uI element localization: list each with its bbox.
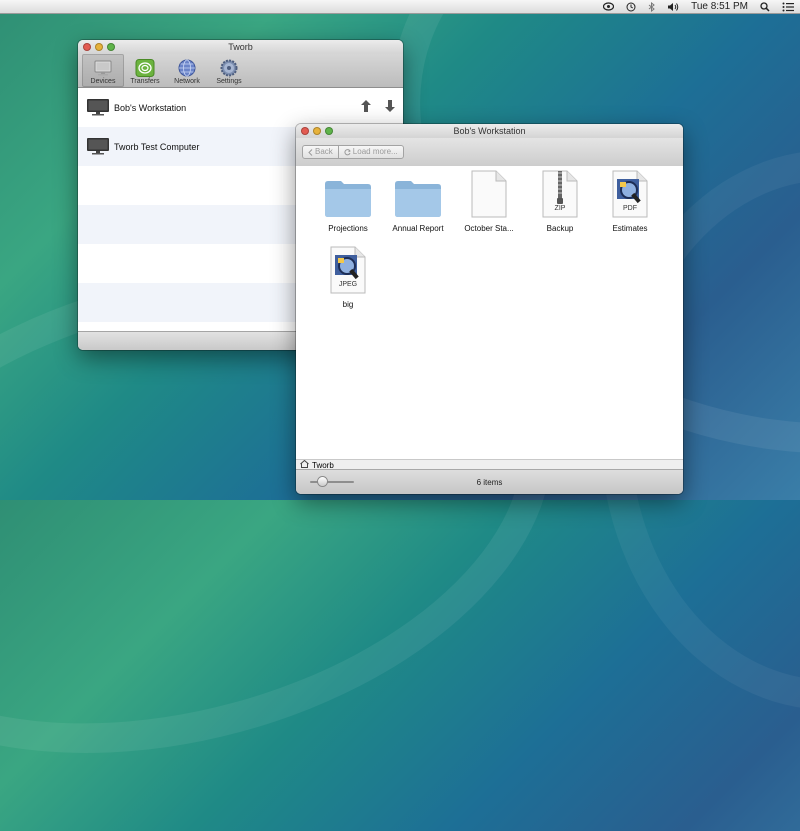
load-more-button[interactable]: Load more... <box>337 146 403 158</box>
gear-icon <box>219 59 239 77</box>
close-button[interactable] <box>83 43 91 51</box>
file-name: Estimates <box>612 224 648 233</box>
finder-window: Bob's Workstation Back Load more... Proj… <box>296 124 683 494</box>
minimize-button[interactable] <box>313 127 321 135</box>
devices-icon <box>93 59 113 77</box>
file-name: Backup <box>546 224 574 233</box>
tworb-icon[interactable] <box>603 2 615 11</box>
back-label: Back <box>315 147 333 156</box>
window-title: Bob's Workstation <box>453 126 526 136</box>
load-more-label: Load more... <box>352 147 398 156</box>
globe-icon <box>177 59 197 77</box>
toolbar-settings-button[interactable]: Settings <box>208 54 250 87</box>
file-name: big <box>342 300 354 309</box>
file-item[interactable]: JPEG big <box>315 242 381 309</box>
menu-bar: Tue 8:51 PM <box>0 0 800 14</box>
toolbar-transfers-label: Transfers <box>130 78 160 85</box>
pdf-badge: PDF <box>623 205 637 212</box>
status-bar: 6 items <box>296 469 683 494</box>
toolbar-settings-label: Settings <box>216 78 242 85</box>
toolbar-devices-button[interactable]: Devices <box>82 54 124 87</box>
zoom-button[interactable] <box>325 127 333 135</box>
transfers-icon <box>135 59 155 77</box>
back-button[interactable]: Back <box>303 146 338 158</box>
device-row[interactable]: Bob's Workstation <box>78 88 403 127</box>
file-item[interactable]: October Sta... <box>456 166 522 233</box>
jpeg-badge: JPEG <box>338 281 358 288</box>
monitor-icon <box>86 98 110 118</box>
toolbar-network-button[interactable]: Network <box>166 54 208 87</box>
toolbar-devices-label: Devices <box>90 78 116 85</box>
minimize-button[interactable] <box>95 43 103 51</box>
folder-icon <box>393 166 443 218</box>
device-name: Tworb Test Computer <box>114 141 200 152</box>
toolbar-transfers-button[interactable]: Transfers <box>124 54 166 87</box>
finder-titlebar[interactable]: Bob's Workstation <box>296 124 683 138</box>
menubar-clock[interactable]: Tue 8:51 PM <box>691 1 748 12</box>
notification-center-icon[interactable] <box>782 2 794 12</box>
file-grid: Projections Annual Report October Sta...… <box>296 166 683 461</box>
zoom-button[interactable] <box>107 43 115 51</box>
spotlight-icon[interactable] <box>760 1 770 12</box>
tworb-titlebar[interactable]: Tworb <box>78 40 403 54</box>
finder-navbar: Back Load more... <box>296 138 683 167</box>
file-item[interactable]: Projections <box>315 166 381 233</box>
file-item[interactable]: Annual Report <box>385 166 451 233</box>
file-name: Annual Report <box>392 224 444 233</box>
time-machine-icon[interactable] <box>626 2 636 12</box>
item-count: 6 items <box>476 477 503 487</box>
file-item[interactable]: ZIP Backup <box>527 166 593 233</box>
folder-icon <box>323 166 373 218</box>
tworb-toolbar: Devices Transfers Network Settings <box>78 54 403 88</box>
nav-segmented-control: Back Load more... <box>302 145 404 159</box>
back-chevron-icon <box>308 148 313 156</box>
zip-badge: ZIP <box>554 205 566 212</box>
file-item[interactable]: PDF Estimates <box>597 166 663 233</box>
close-button[interactable] <box>301 127 309 135</box>
toolbar-network-label: Network <box>174 78 200 85</box>
volume-icon[interactable] <box>667 2 679 12</box>
refresh-icon <box>344 148 351 155</box>
download-arrow-icon[interactable] <box>385 100 395 114</box>
file-name: Projections <box>328 224 368 233</box>
document-icon <box>471 166 507 218</box>
file-name: October Sta... <box>464 224 514 233</box>
bluetooth-icon[interactable] <box>648 1 655 12</box>
device-name: Bob's Workstation <box>114 102 187 113</box>
monitor-icon <box>86 137 110 157</box>
window-title: Tworb <box>228 42 253 52</box>
upload-arrow-icon[interactable] <box>361 100 371 114</box>
